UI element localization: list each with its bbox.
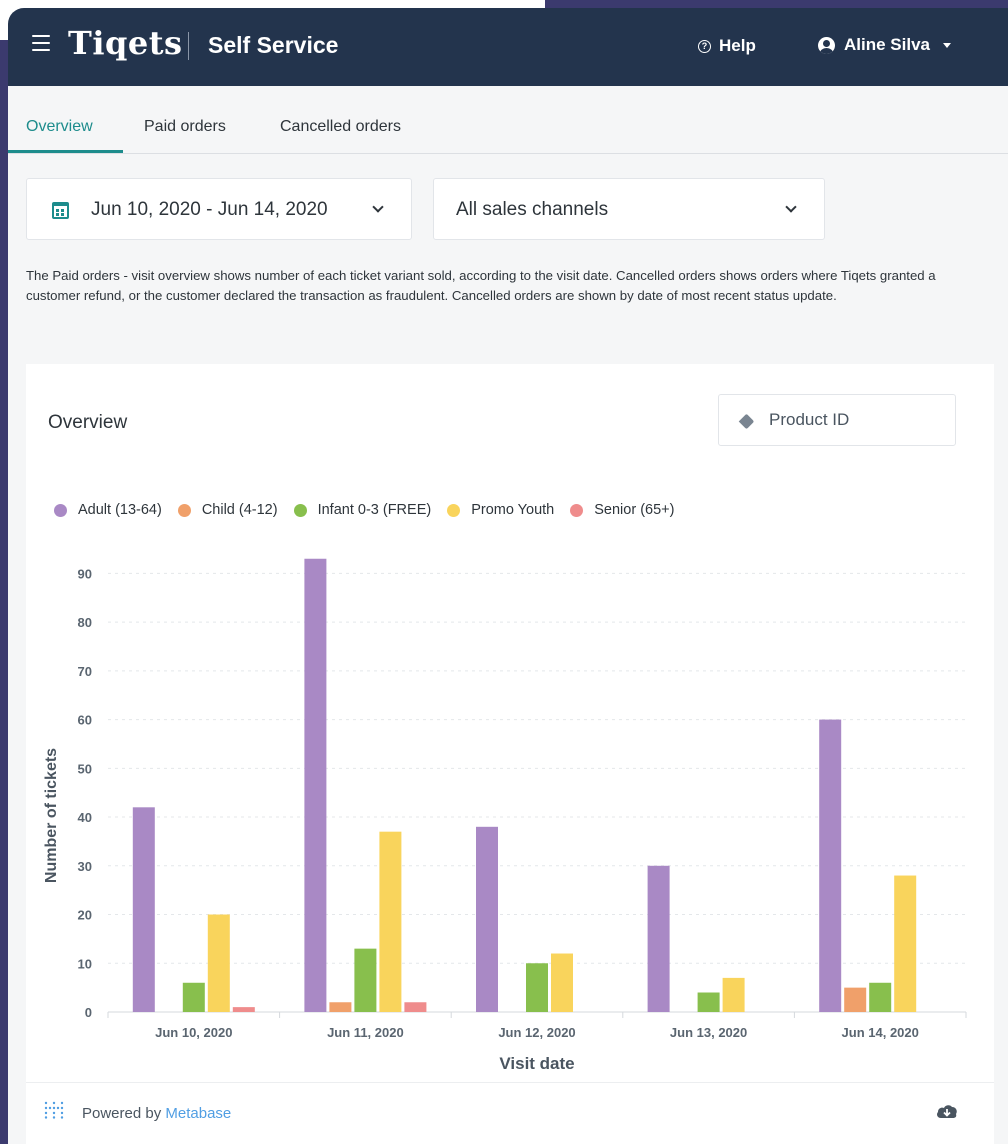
user-avatar-icon: [818, 36, 835, 54]
tab-paid-orders[interactable]: Paid orders: [144, 118, 226, 136]
y-tick-label: 80: [78, 615, 92, 630]
metabase-logo-icon: [44, 1101, 64, 1119]
y-tick-label: 70: [78, 664, 92, 679]
app-title: Self Service: [208, 32, 339, 58]
app-window: Tiqets Self Service ? Help Aline Silva O…: [8, 8, 1008, 1144]
bar: [647, 865, 670, 1012]
bar: [844, 987, 867, 1012]
legend-label: Promo Youth: [471, 502, 555, 518]
bar: [697, 992, 720, 1012]
y-axis-title: Number of tickets: [43, 748, 60, 883]
chevron-down-icon: [372, 201, 384, 213]
tag-icon: [738, 413, 755, 430]
y-tick-label: 10: [78, 956, 92, 971]
bar: [894, 875, 917, 1012]
legend-swatch: [570, 503, 584, 517]
bar: [182, 982, 205, 1012]
bar: [232, 1007, 255, 1012]
bar: [819, 719, 842, 1012]
bar: [869, 982, 892, 1012]
bar: [329, 1002, 352, 1012]
bar: [551, 953, 573, 1012]
date-range-value: Jun 10, 2020 - Jun 14, 2020: [91, 199, 328, 220]
help-icon: ?: [698, 39, 711, 53]
x-tick-label: Jun 12, 2020: [498, 1025, 575, 1040]
x-tick-label: Jun 11, 2020: [327, 1025, 404, 1040]
bar: [476, 826, 498, 1012]
download-icon[interactable]: [936, 1103, 958, 1119]
x-tick-label: Jun 10, 2020: [155, 1025, 232, 1040]
y-tick-label: 20: [78, 908, 92, 923]
legend-label: Adult (13-64): [78, 502, 162, 518]
legend-swatch: [54, 503, 67, 517]
y-tick-label: 60: [78, 713, 92, 728]
overview-card: Overview Product ID Adult (13-64) Child (…: [26, 364, 994, 1144]
sales-channel-value: All sales channels: [456, 199, 609, 220]
bar: [304, 558, 327, 1012]
bar: [132, 807, 155, 1012]
user-menu[interactable]: Aline Silva: [818, 35, 951, 55]
help-link[interactable]: ? Help: [698, 36, 756, 56]
help-label: Help: [719, 36, 756, 55]
hamburger-menu-icon[interactable]: [32, 35, 50, 51]
powered-by-text: Powered by Metabase: [82, 1105, 231, 1122]
bar: [207, 914, 230, 1012]
y-tick-label: 30: [78, 859, 92, 874]
x-tick-label: Jun 13, 2020: [670, 1025, 747, 1040]
bar: [404, 1002, 427, 1012]
legend-swatch: [293, 503, 307, 517]
product-id-placeholder: Product ID: [769, 410, 850, 429]
tab-overview[interactable]: Overview: [26, 118, 93, 136]
bar: [526, 963, 548, 1012]
powered-by-prefix: Powered by: [82, 1105, 162, 1122]
bar: [722, 977, 745, 1012]
y-tick-label: 50: [78, 761, 92, 776]
x-tick-label: Jun 14, 2020: [842, 1025, 919, 1040]
caret-down-icon: [942, 42, 951, 48]
metabase-link[interactable]: Metabase: [165, 1105, 231, 1122]
date-range-picker[interactable]: Jun 10, 2020 - Jun 14, 2020: [26, 178, 412, 240]
top-navigation-bar: Tiqets Self Service ? Help Aline Silva: [8, 8, 1008, 86]
y-tick-label: 40: [78, 810, 92, 825]
legend-swatch: [177, 503, 191, 517]
tab-bar: Overview Paid orders Cancelled orders: [8, 86, 1008, 154]
legend-item[interactable]: Child (4-12): [177, 502, 278, 518]
legend-label: Senior (65+): [594, 502, 675, 518]
chevron-down-icon: [785, 201, 797, 213]
bar-chart: 0 10 20 30 40 50 60 70 80 90 Jun 10, 2020 Jun 11, 2…: [43, 558, 967, 1073]
user-name: Aline Silva: [844, 35, 930, 54]
legend-item[interactable]: Infant 0-3 (FREE): [293, 502, 432, 518]
card-title: Overview: [48, 412, 128, 433]
legend-item[interactable]: Adult (13-64): [54, 502, 162, 518]
tab-cancelled-orders[interactable]: Cancelled orders: [280, 118, 401, 136]
tiqets-logo[interactable]: Tiqets: [68, 24, 183, 62]
card-footer: Powered by Metabase: [26, 1082, 994, 1144]
legend-swatch: [447, 503, 461, 517]
y-tick-label: 0: [85, 1005, 92, 1020]
bar: [379, 831, 402, 1012]
legend-item[interactable]: Senior (65+): [570, 502, 674, 518]
legend-label: Child (4-12): [201, 502, 278, 518]
y-tick-label: 90: [78, 566, 92, 581]
sales-channel-select[interactable]: All sales channels: [433, 178, 825, 240]
legend-label: Infant 0-3 (FREE): [317, 502, 432, 518]
bar: [354, 948, 377, 1012]
logo-divider: [188, 32, 189, 60]
product-id-filter[interactable]: Product ID: [718, 394, 956, 446]
overview-description: The Paid orders - visit overview shows n…: [26, 268, 936, 303]
legend-item[interactable]: Promo Youth: [447, 502, 554, 518]
active-tab-indicator: [8, 150, 123, 153]
x-axis-title: Visit date: [499, 1054, 574, 1073]
chart-legend: Adult (13-64) Child (4-12) Infant 0-3 (FRE…: [54, 502, 690, 518]
calendar-icon: [52, 202, 69, 219]
